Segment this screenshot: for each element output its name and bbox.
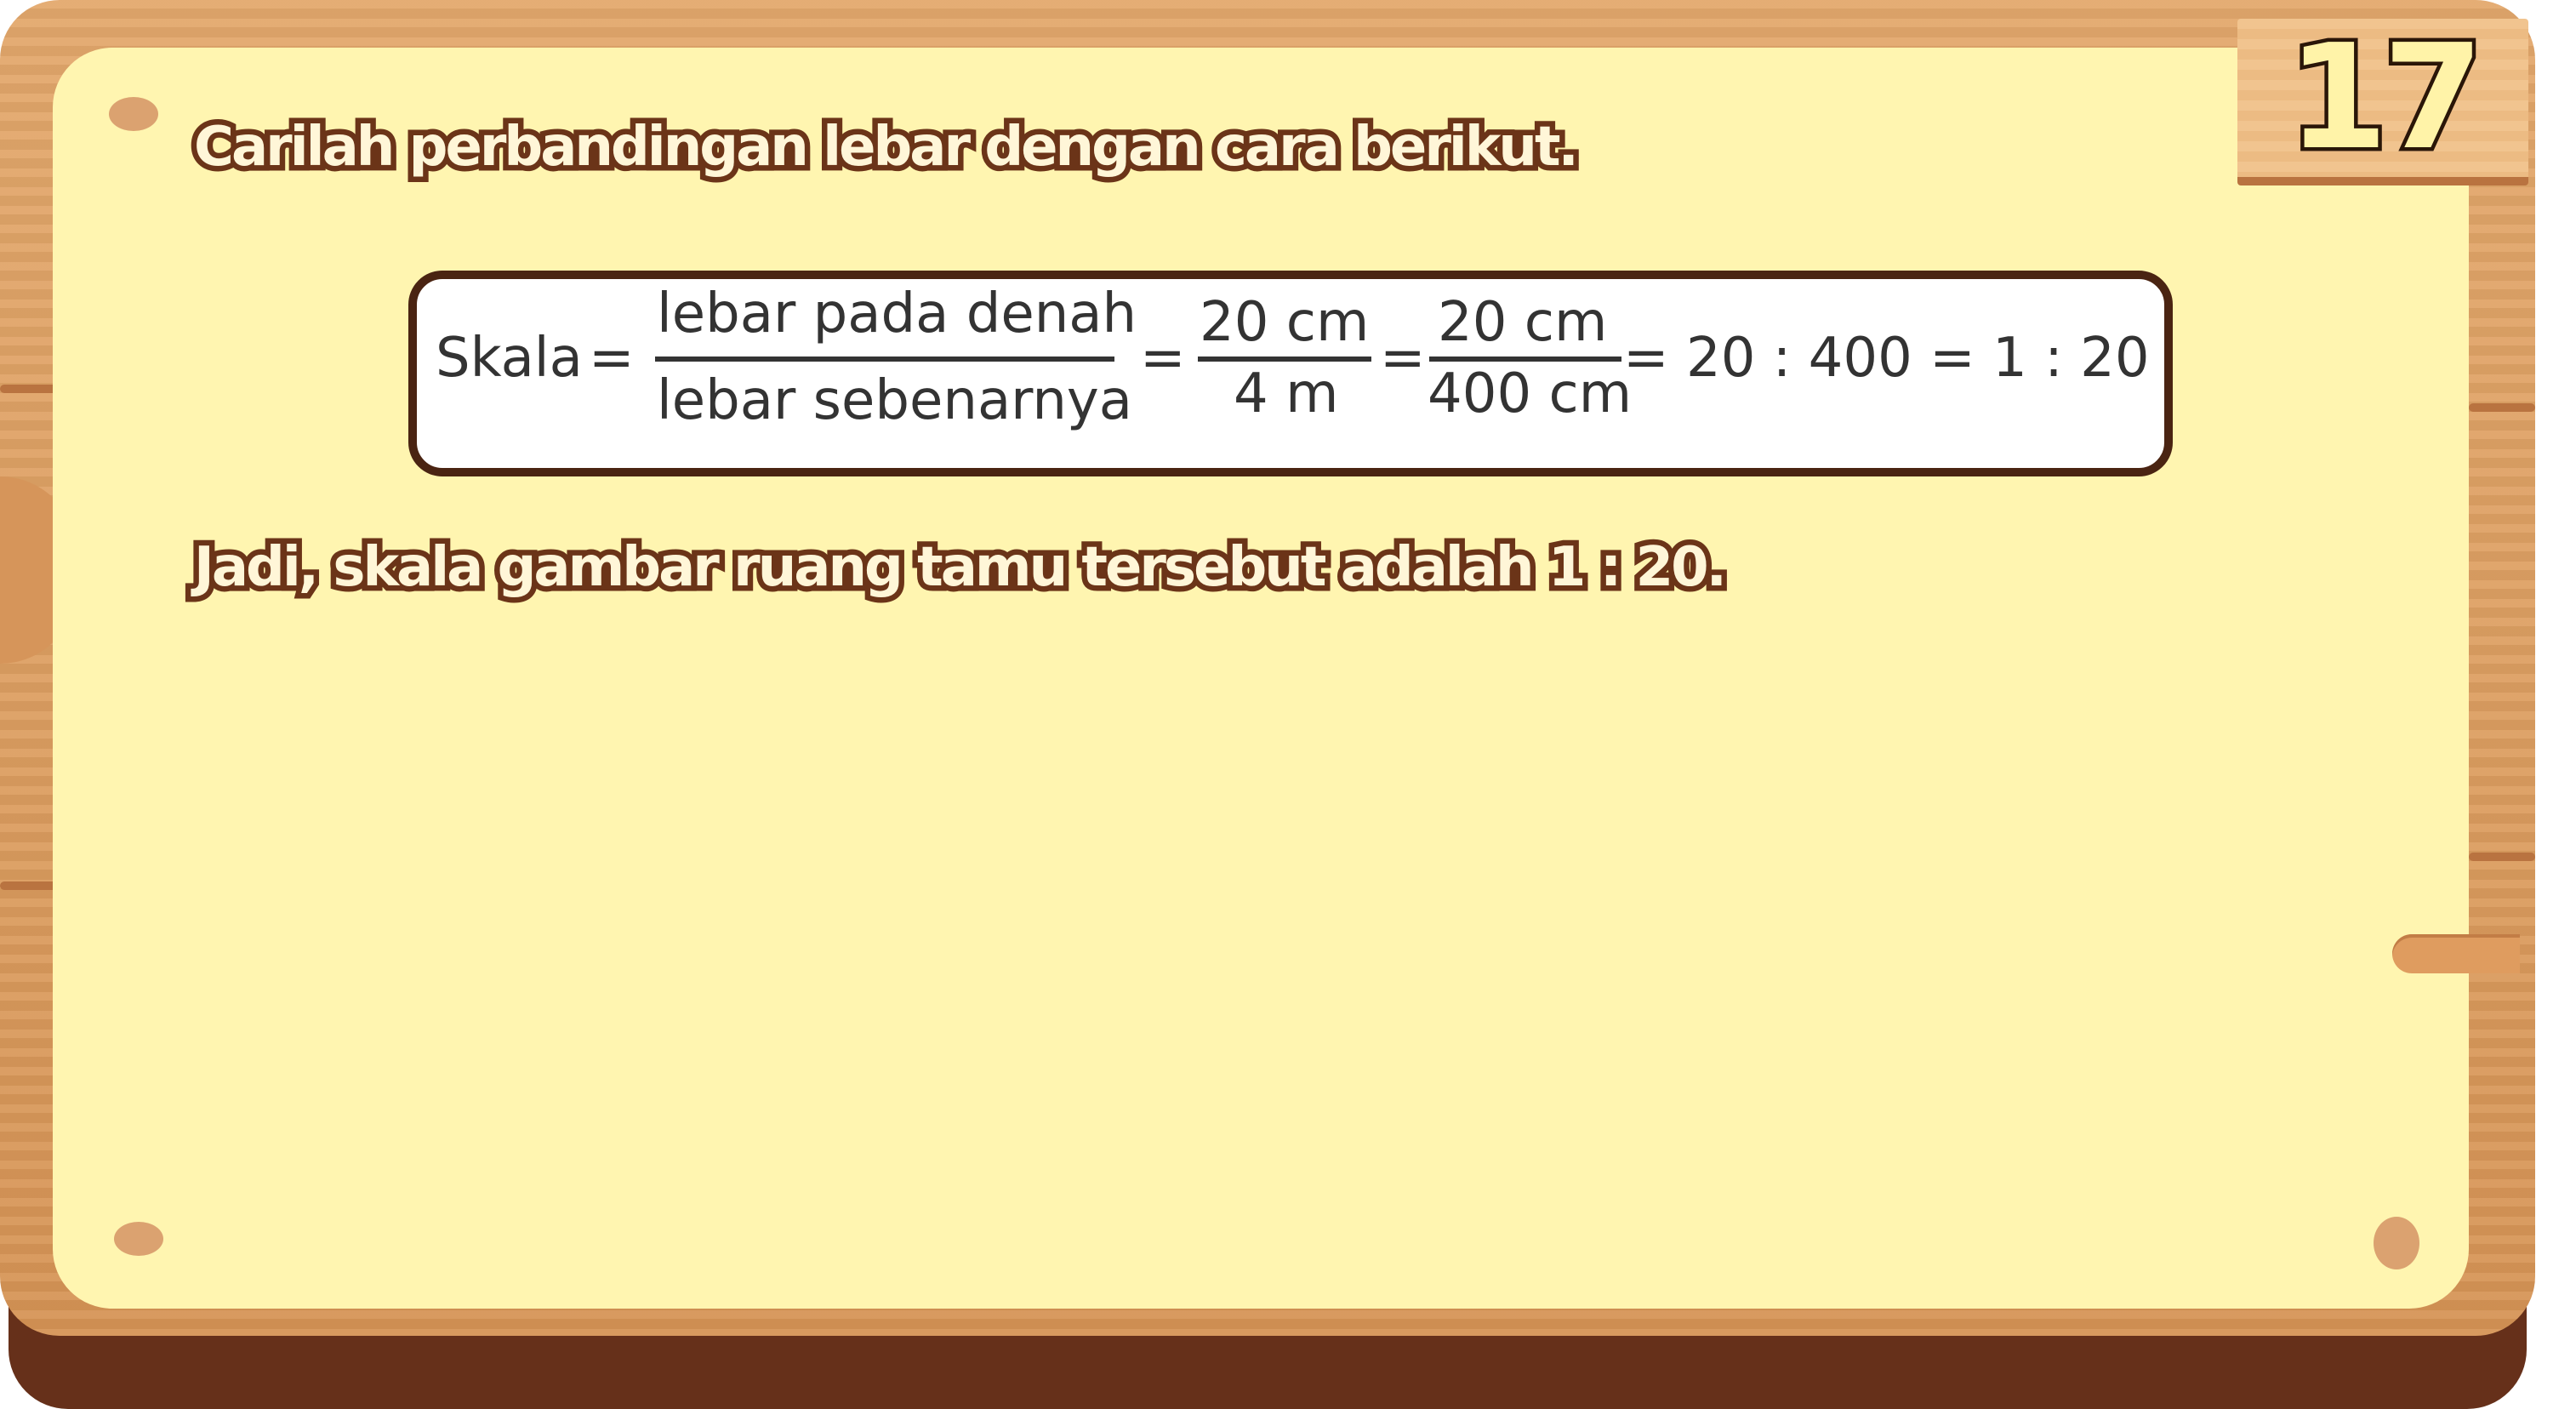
slide: 17 Carilah perbandingan lebar dengan car…	[0, 0, 2576, 1409]
formula-numerator: 20 cm	[1200, 291, 1370, 354]
nail-icon	[109, 97, 158, 131]
formula-denominator: lebar sebenarnya	[657, 369, 1132, 432]
formula-equals: =	[1140, 327, 1186, 390]
fraction-bar	[1429, 357, 1621, 362]
conclusion-text: Jadi, skala gambar ruang tamu tersebut a…	[189, 531, 1733, 605]
formula-denominator: 400 cm	[1428, 362, 1633, 425]
wood-seam	[2469, 403, 2535, 412]
wood-seam	[0, 881, 60, 890]
slide-number: 17	[2283, 10, 2488, 186]
wood-seam	[2469, 853, 2535, 861]
fraction-bar	[1198, 357, 1371, 362]
instruction-text: Carilah perbandingan lebar dengan cara b…	[189, 111, 1585, 185]
formula-equals: =	[1380, 327, 1426, 390]
fraction-bar	[655, 357, 1114, 362]
wood-chip	[2392, 934, 2520, 973]
paper-panel	[53, 48, 2469, 1309]
wood-seam	[0, 385, 60, 393]
formula-result: = 20 : 400 = 1 : 20	[1623, 327, 2150, 390]
formula-equals: =	[589, 327, 635, 390]
nail-icon	[2374, 1217, 2419, 1269]
formula-denominator: 4 m	[1234, 362, 1339, 425]
slide-number-plaque: 17	[2237, 10, 2528, 186]
nail-icon	[114, 1222, 163, 1256]
formula-lhs: Skala	[436, 327, 583, 390]
formula-numerator: 20 cm	[1438, 291, 1608, 354]
formula-numerator: lebar pada denah	[657, 282, 1137, 345]
